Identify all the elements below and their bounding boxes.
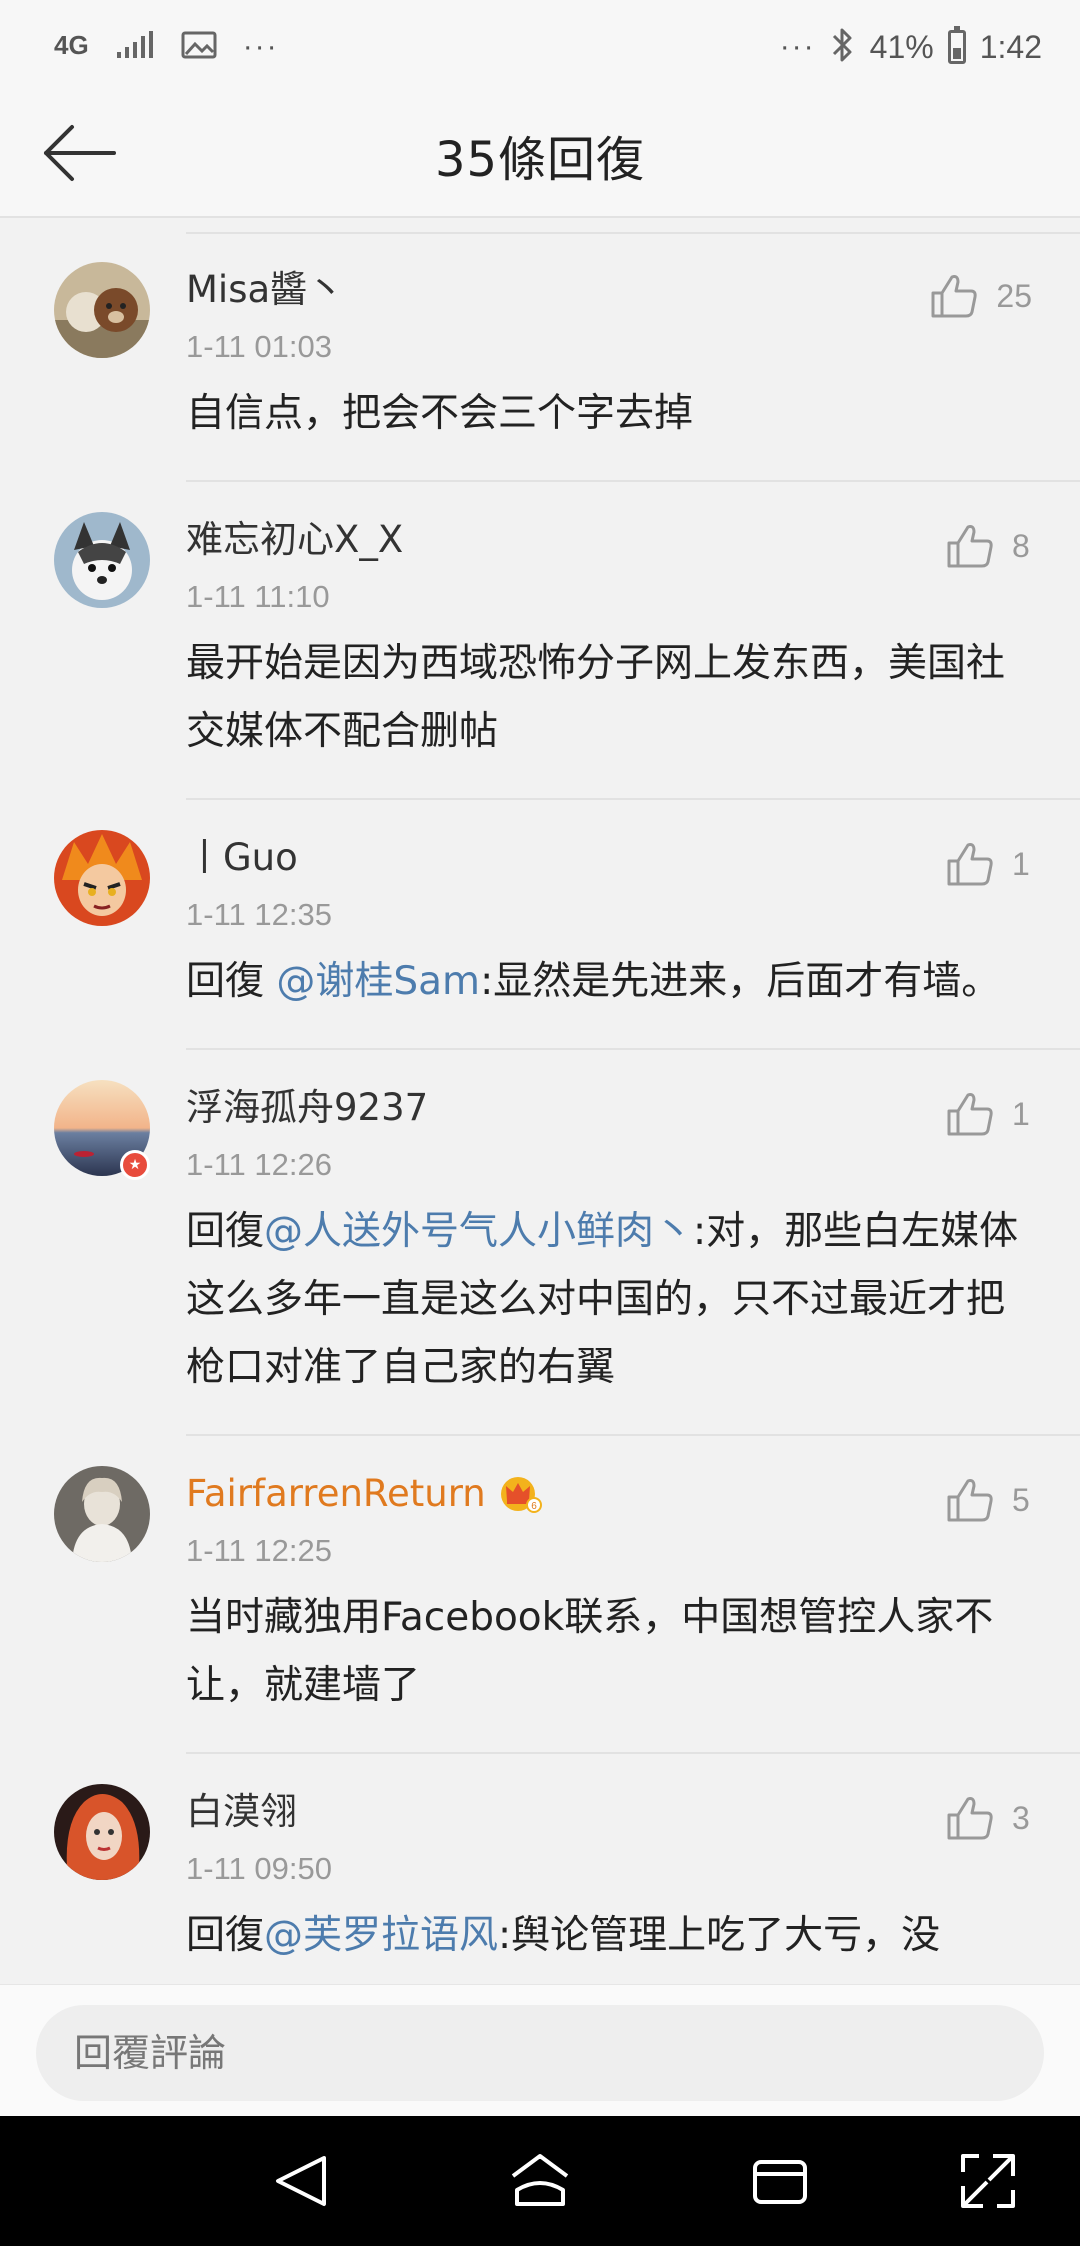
comment-item[interactable]: 丨Guo 1-11 12:35 回復 @谢桂Sam:显然是先进来，后面才有墙。 … [0,800,1080,1050]
reply-bar: 回覆評論 [0,1984,1080,2116]
avatar[interactable] [54,1784,150,1880]
username[interactable]: Misa醬丶 [186,262,1030,318]
comment-content: :舆论管理上吃了大亏，没 [498,1913,941,1958]
reply-prefix: 回復 [186,959,277,1004]
verified-badge: ★ [120,1150,150,1180]
like-count: 3 [1012,1799,1030,1836]
comment-text[interactable]: 当时藏独用Facebook联系，中国想管控人家不让，就建墙了 [186,1584,1030,1720]
comment-text[interactable]: 回復@芙罗拉语风:舆论管理上吃了大亏，没 [186,1902,1030,1970]
nav-home-icon [511,2154,569,2206]
comment-content: 当时藏独用Facebook联系，中国想管控人家不让，就建墙了 [186,1595,994,1708]
comment-content: 最开始是因为西域恐怖分子网上发东西，美国社交媒体不配合删帖 [186,641,1006,754]
signal-icon [115,30,155,65]
like-count: 8 [1012,527,1030,564]
username-text: FairfarrenReturn [186,1472,486,1515]
nav-rotate-icon [961,2154,1015,2208]
more-notifications-dots: ··· [242,30,279,63]
username[interactable]: 浮海孤舟9237 [186,1080,1030,1136]
status-bar: 4G ··· ··· 41% 1:42 [0,0,1080,90]
timestamp: 1-11 12:35 [186,897,332,932]
bluetooth-icon [830,27,856,68]
battery-percent: 41% [869,28,934,65]
nav-recents-icon [753,2160,807,2204]
status-bar-left: 4G ··· [54,22,279,72]
like-count: 25 [996,277,1032,314]
username[interactable]: FairfarrenReturn 6 [186,1466,1030,1522]
network-type: 4G [54,29,89,60]
avatar[interactable] [54,830,150,926]
comment-text[interactable]: 最开始是因为西域恐怖分子网上发东西，美国社交媒体不配合删帖 [186,630,1030,766]
like-button[interactable]: 5 [946,1472,1032,1528]
comment-item[interactable]: 难忘初心X_X 1-11 11:10 最开始是因为西域恐怖分子网上发东西，美国社… [0,482,1080,800]
like-button[interactable]: 25 [930,268,1032,324]
username[interactable]: 难忘初心X_X [186,512,1030,568]
timestamp: 1-11 09:50 [186,1851,332,1886]
system-nav-bar [0,2116,1080,2246]
comment-item[interactable]: FairfarrenReturn 6 1-11 12:25 当时藏独用Faceb… [0,1436,1080,1754]
like-button[interactable]: 8 [946,518,1032,574]
timestamp: 1-11 11:10 [186,579,330,614]
nav-rotate-button[interactable] [953,2146,1023,2216]
username-text: 丨Guo [186,836,298,879]
more-dots: ··· [779,30,816,63]
comment-item[interactable]: ★ 浮海孤舟9237 1-11 12:26 回復@人送外号气人小鲜肉丶:对，那些… [0,1050,1080,1436]
battery-icon [947,26,966,64]
clock: 1:42 [979,28,1042,65]
username-text: 难忘初心X_X [186,518,404,561]
status-bar-right: ··· 41% 1:42 [780,22,1042,72]
page-title: 35條回復 [434,132,646,188]
timestamp: 1-11 12:25 [186,1533,332,1568]
username[interactable]: 白漠翎 [186,1784,1030,1840]
like-button[interactable]: 1 [946,1086,1032,1142]
thumbs-up-icon [947,525,993,568]
comment-item[interactable]: 白漠翎 1-11 09:50 回復@芙罗拉语风:舆论管理上吃了大亏，没 3 [0,1754,1080,1984]
thumbs-up-icon [947,1797,993,1840]
username-text: 白漠翎 [186,1790,297,1833]
mention-link[interactable]: @谢桂Sam [276,959,480,1004]
timestamp: 1-11 01:03 [186,329,332,364]
like-count: 5 [1012,1481,1030,1518]
svg-text:6: 6 [531,1501,537,1512]
comment-list[interactable]: Misa醬丶 1-11 01:03 自信点，把会不会三个字去掉 25 难忘初心X… [0,232,1080,1984]
top-app-bar: 35條回復 [0,90,1080,218]
reply-prefix: 回復 [186,1209,265,1254]
reply-prefix: 回復 [186,1913,265,1958]
like-button[interactable]: 1 [946,836,1032,892]
image-icon [181,30,217,65]
username[interactable]: 丨Guo [186,830,1030,886]
like-button[interactable]: 3 [946,1790,1032,1846]
comment-text[interactable]: 回復 @谢桂Sam:显然是先进来，后面才有墙。 [186,948,1030,1016]
nav-back-button[interactable] [266,2146,336,2216]
like-count: 1 [1012,845,1030,882]
nav-back-icon [276,2156,326,2206]
nav-recents-button[interactable] [745,2146,815,2216]
username-text: Misa醬丶 [186,268,345,311]
comment-text[interactable]: 回復@人送外号气人小鲜肉丶:对，那些白左媒体这么多年一直是这么对中国的，只不过最… [186,1198,1030,1402]
avatar[interactable] [54,1466,150,1562]
avatar[interactable] [54,262,150,358]
timestamp: 1-11 12:26 [186,1147,332,1182]
thumbs-up-icon [947,1479,993,1522]
username-text: 浮海孤舟9237 [186,1086,429,1129]
mention-link[interactable]: @人送外号气人小鲜肉丶 [264,1209,693,1254]
thumbs-up-icon [947,1093,993,1136]
crown-icon: 6 [498,1474,542,1514]
comment-text[interactable]: 自信点，把会不会三个字去掉 [186,380,1030,448]
comment-content: 自信点，把会不会三个字去掉 [186,391,694,436]
like-count: 1 [1012,1095,1030,1132]
reply-input[interactable]: 回覆評論 [36,2005,1044,2101]
battery-level [952,47,961,59]
comment-content: :显然是先进来，后面才有墙。 [480,959,1001,1004]
nav-home-button[interactable] [505,2146,575,2216]
thumbs-up-icon [947,843,993,886]
avatar[interactable] [54,512,150,608]
comment-item[interactable]: Misa醬丶 1-11 01:03 自信点，把会不会三个字去掉 25 [0,232,1080,482]
mention-link[interactable]: @芙罗拉语风 [264,1913,498,1958]
thumbs-up-icon [931,275,978,318]
